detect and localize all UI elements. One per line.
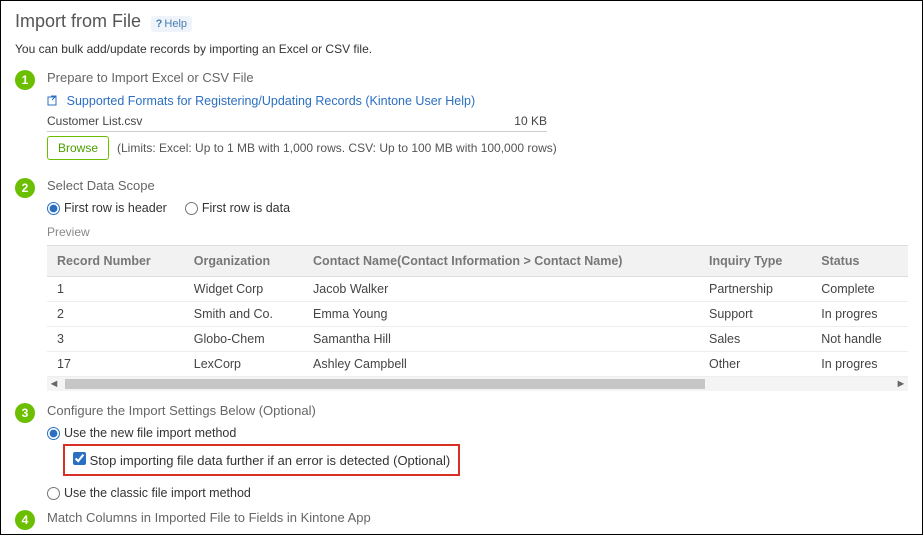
table-row: 1Widget CorpJacob WalkerPartnershipCompl… (47, 277, 908, 302)
radio-header-input[interactable] (47, 202, 60, 215)
radio-data-label: First row is data (202, 201, 290, 215)
help-label: Help (164, 18, 187, 30)
step-1-badge: 1 (15, 70, 35, 90)
col-header: Status (811, 246, 908, 277)
checkbox-stop-input[interactable] (73, 452, 86, 465)
help-icon: ? (156, 18, 163, 30)
step-2-badge: 2 (15, 178, 35, 198)
radio-first-row-data[interactable]: First row is data (185, 201, 290, 215)
table-cell: Ashley Campbell (303, 352, 699, 377)
step-3-badge: 3 (15, 403, 35, 423)
uploaded-file-name: Customer List.csv (47, 114, 142, 128)
radio-new-method[interactable]: Use the new file import method (47, 426, 908, 440)
table-cell: In progres (811, 352, 908, 377)
table-cell: Globo-Chem (184, 327, 303, 352)
radio-header-label: First row is header (64, 201, 167, 215)
browse-button[interactable]: Browse (47, 136, 109, 160)
table-cell: Smith and Co. (184, 302, 303, 327)
step-4-title: Match Columns in Imported File to Fields… (47, 510, 908, 525)
help-link[interactable]: ?Help (151, 16, 192, 32)
table-row: 2Smith and Co.Emma YoungSupportIn progre… (47, 302, 908, 327)
table-cell: Sales (699, 327, 811, 352)
checkbox-stop-on-error[interactable]: Stop importing file data further if an e… (73, 453, 450, 468)
step-3-title: Configure the Import Settings Below (Opt… (47, 403, 908, 418)
page-subtitle: You can bulk add/update records by impor… (15, 42, 908, 56)
scroll-thumb[interactable] (65, 379, 705, 389)
radio-classic-method[interactable]: Use the classic file import method (47, 486, 908, 500)
table-row: 17LexCorpAshley CampbellOtherIn progres (47, 352, 908, 377)
scroll-right-arrow[interactable]: ► (894, 377, 908, 391)
table-cell: Support (699, 302, 811, 327)
scroll-left-arrow[interactable]: ◄ (47, 377, 61, 391)
external-link-icon (47, 95, 59, 107)
table-cell: LexCorp (184, 352, 303, 377)
file-limits-text: (Limits: Excel: Up to 1 MB with 1,000 ro… (117, 141, 557, 155)
table-cell: 1 (47, 277, 184, 302)
radio-new-label: Use the new file import method (64, 426, 236, 440)
table-cell: Widget Corp (184, 277, 303, 302)
radio-classic-input[interactable] (47, 487, 60, 500)
table-cell: 17 (47, 352, 184, 377)
table-cell: In progres (811, 302, 908, 327)
preview-table: Record Number Organization Contact Name(… (47, 246, 908, 377)
table-cell: Complete (811, 277, 908, 302)
radio-first-row-header[interactable]: First row is header (47, 201, 167, 215)
col-header: Inquiry Type (699, 246, 811, 277)
radio-classic-label: Use the classic file import method (64, 486, 251, 500)
step-2-title: Select Data Scope (47, 178, 908, 193)
col-header: Contact Name(Contact Information > Conta… (303, 246, 699, 277)
radio-data-input[interactable] (185, 202, 198, 215)
table-cell: Jacob Walker (303, 277, 699, 302)
col-header: Record Number (47, 246, 184, 277)
table-cell: 3 (47, 327, 184, 352)
preview-label: Preview (47, 225, 908, 239)
horizontal-scrollbar[interactable]: ◄ ► (47, 377, 908, 391)
preview-table-wrap: Record Number Organization Contact Name(… (47, 245, 908, 391)
table-row: 3Globo-ChemSamantha HillSalesNot handle (47, 327, 908, 352)
uploaded-file-size: 10 KB (514, 114, 547, 128)
page-title: Import from File (15, 11, 141, 32)
supported-formats-link[interactable]: Supported Formats for Registering/Updati… (67, 94, 476, 108)
table-cell: 2 (47, 302, 184, 327)
table-cell: Other (699, 352, 811, 377)
step-4-badge: 4 (15, 510, 35, 530)
table-cell: Samantha Hill (303, 327, 699, 352)
col-header: Organization (184, 246, 303, 277)
table-cell: Emma Young (303, 302, 699, 327)
radio-new-input[interactable] (47, 427, 60, 440)
checkbox-stop-label: Stop importing file data further if an e… (90, 453, 451, 468)
highlight-box: Stop importing file data further if an e… (63, 444, 460, 476)
table-cell: Partnership (699, 277, 811, 302)
table-cell: Not handle (811, 327, 908, 352)
step-1-title: Prepare to Import Excel or CSV File (47, 70, 908, 85)
